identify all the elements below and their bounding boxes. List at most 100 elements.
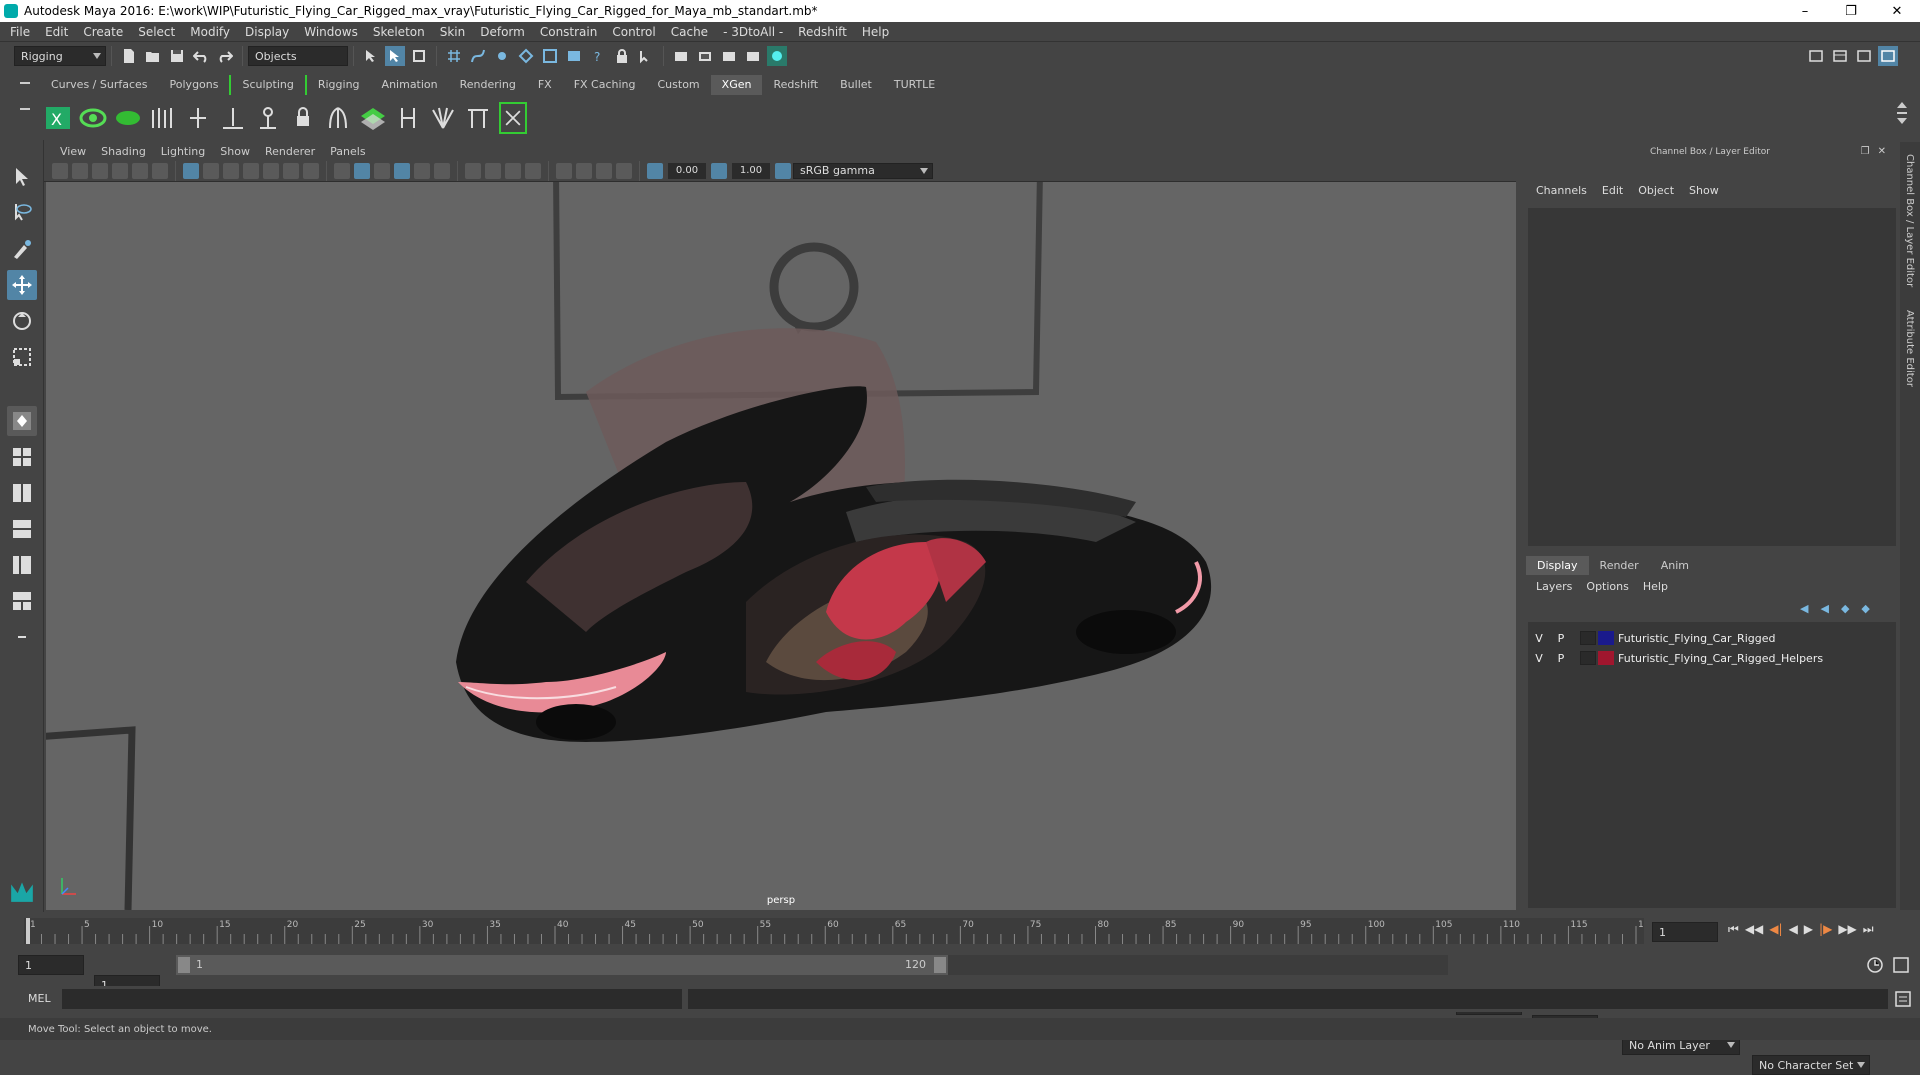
- ipr-render-icon[interactable]: [719, 46, 739, 66]
- gamma-icon[interactable]: [711, 162, 727, 179]
- workspace-icon[interactable]: [1806, 46, 1826, 66]
- menuset-dropdown[interactable]: Rigging: [14, 46, 106, 66]
- current-time-marker[interactable]: [26, 918, 30, 944]
- shelf-tab-rendering[interactable]: Rendering: [449, 75, 527, 95]
- command-language-label[interactable]: MEL: [28, 992, 51, 1005]
- depth-of-field-icon[interactable]: [525, 162, 541, 179]
- menu-modify[interactable]: Modify: [184, 25, 239, 39]
- channel-menu-edit[interactable]: Edit: [1596, 184, 1632, 197]
- isolate-select-icon[interactable]: [556, 162, 572, 179]
- gate-mask-icon[interactable]: [243, 162, 259, 179]
- snap-view-plane-icon[interactable]: [516, 46, 536, 66]
- new-scene-icon[interactable]: [119, 46, 139, 66]
- shelf-tab-fx-caching[interactable]: FX Caching: [563, 75, 647, 95]
- guide-plane-icon[interactable]: [359, 102, 387, 134]
- exposure-icon[interactable]: [647, 162, 663, 179]
- smooth-shade-icon[interactable]: [354, 162, 370, 179]
- shelf-tab-curves-surfaces[interactable]: Curves / Surfaces: [40, 75, 159, 95]
- 2d-pan-zoom-icon[interactable]: [132, 162, 148, 179]
- colorspace-dropdown[interactable]: sRGB gamma: [793, 162, 933, 179]
- layer-playback-toggle[interactable]: P: [1550, 632, 1572, 645]
- step-forward-frame-icon[interactable]: |▶: [1819, 922, 1832, 937]
- shelf-tab-custom[interactable]: Custom: [647, 75, 711, 95]
- layer-color-swatch[interactable]: [1598, 631, 1614, 645]
- default-material-icon[interactable]: [374, 162, 390, 179]
- script-editor-icon[interactable]: [1894, 990, 1912, 1008]
- lock-icon[interactable]: [612, 46, 632, 66]
- step-back-frame-icon[interactable]: ◀|: [1769, 922, 1782, 937]
- guide-fan-icon[interactable]: [429, 102, 457, 134]
- layer-row[interactable]: V P Futuristic_Flying_Car_Rigged: [1528, 628, 1896, 648]
- layer-display-type[interactable]: [1580, 651, 1596, 665]
- step-forward-key-icon[interactable]: ▶▶: [1838, 922, 1856, 937]
- sculpt-guides-icon[interactable]: [184, 102, 212, 134]
- select-by-hierarchy-icon[interactable]: [361, 46, 381, 66]
- time-slider-track[interactable]: 1 5 10 15 20 25 30 35 40 45 50 55 60 65 70 75 80 85 90 95 10…: [24, 918, 1644, 944]
- render-view-icon[interactable]: [743, 46, 763, 66]
- history-icon[interactable]: [564, 46, 584, 66]
- snap-point-icon[interactable]: [492, 46, 512, 66]
- minimize-button[interactable]: –: [1782, 0, 1828, 22]
- channel-menu-channels[interactable]: Channels: [1530, 184, 1596, 197]
- shelf-tab-fx[interactable]: FX: [527, 75, 563, 95]
- channel-box-toggle-icon[interactable]: [1878, 46, 1898, 66]
- menu-cache[interactable]: Cache: [665, 25, 717, 39]
- shelf-tab-sculpting[interactable]: Sculpting: [229, 75, 304, 95]
- side-tab-attribute-editor[interactable]: Attribute Editor: [1904, 310, 1915, 387]
- menu-display[interactable]: Display: [239, 25, 298, 39]
- menu-file[interactable]: File: [4, 25, 39, 39]
- range-slider-bar[interactable]: 1 120: [176, 955, 948, 975]
- xray-icon[interactable]: [576, 162, 592, 179]
- lock-guides-icon[interactable]: [289, 102, 317, 134]
- new-layer-selected-icon[interactable]: ◆: [1861, 602, 1869, 615]
- menu-3dtoall[interactable]: - 3DtoAll -: [717, 25, 792, 39]
- layer-tab-render[interactable]: Render: [1589, 556, 1650, 575]
- xgen-editor-icon[interactable]: [499, 102, 527, 134]
- shelf-tab-rigging[interactable]: Rigging: [304, 75, 371, 95]
- layer-color-swatch[interactable]: [1598, 651, 1614, 665]
- menu-control[interactable]: Control: [606, 25, 664, 39]
- command-input[interactable]: [62, 989, 682, 1009]
- layer-display-type[interactable]: [1580, 631, 1596, 645]
- safe-title-icon[interactable]: [303, 162, 319, 179]
- select-tool-icon[interactable]: [7, 162, 37, 192]
- auto-key-icon[interactable]: [1866, 956, 1884, 974]
- grid-toggle-icon[interactable]: [183, 162, 199, 179]
- menu-deform[interactable]: Deform: [474, 25, 534, 39]
- go-to-start-icon[interactable]: ⏮: [1728, 922, 1739, 937]
- flip-guides-icon[interactable]: [394, 102, 422, 134]
- add-guides-icon[interactable]: [149, 102, 177, 134]
- layer-visibility-toggle[interactable]: V: [1528, 652, 1550, 665]
- layer-playback-toggle[interactable]: P: [1550, 652, 1572, 665]
- layer-tab-anim[interactable]: Anim: [1650, 556, 1700, 575]
- guide-length-icon[interactable]: [219, 102, 247, 134]
- hypershade-icon[interactable]: [767, 46, 787, 66]
- redo-icon[interactable]: [215, 46, 235, 66]
- menu-help[interactable]: Help: [856, 25, 898, 39]
- range-end-handle[interactable]: [934, 957, 946, 973]
- single-perspective-layout-icon[interactable]: [7, 406, 37, 436]
- undo-icon[interactable]: [191, 46, 211, 66]
- scale-tool-icon[interactable]: [7, 342, 37, 372]
- xray-components-icon[interactable]: [616, 162, 632, 179]
- side-by-side-layout-icon[interactable]: [7, 478, 37, 508]
- xgen-guide-icon[interactable]: [114, 102, 142, 134]
- input-output-icon[interactable]: [636, 46, 656, 66]
- float-panel-button[interactable]: ❐: [1857, 146, 1874, 157]
- rotate-tool-icon[interactable]: [7, 306, 37, 336]
- viewport-menu-lighting[interactable]: Lighting: [155, 145, 214, 158]
- close-panel-button[interactable]: ✕: [1874, 146, 1890, 157]
- layer-menu-help[interactable]: Help: [1637, 580, 1676, 593]
- field-chart-icon[interactable]: [263, 162, 279, 179]
- shelf-options[interactable]: [20, 76, 34, 136]
- xray-joints-icon[interactable]: [596, 162, 612, 179]
- move-layer-up-icon[interactable]: ◀: [1800, 602, 1808, 615]
- four-view-layout-icon[interactable]: [7, 442, 37, 472]
- snap-live-icon[interactable]: [540, 46, 560, 66]
- resolution-gate-icon[interactable]: [223, 162, 239, 179]
- film-gate-icon[interactable]: [203, 162, 219, 179]
- selection-mode-dropdown[interactable]: Objects: [248, 46, 348, 66]
- start-time-field[interactable]: 1: [18, 955, 84, 975]
- shelf-tab-polygons[interactable]: Polygons: [159, 75, 230, 95]
- viewport-menu-shading[interactable]: Shading: [95, 145, 155, 158]
